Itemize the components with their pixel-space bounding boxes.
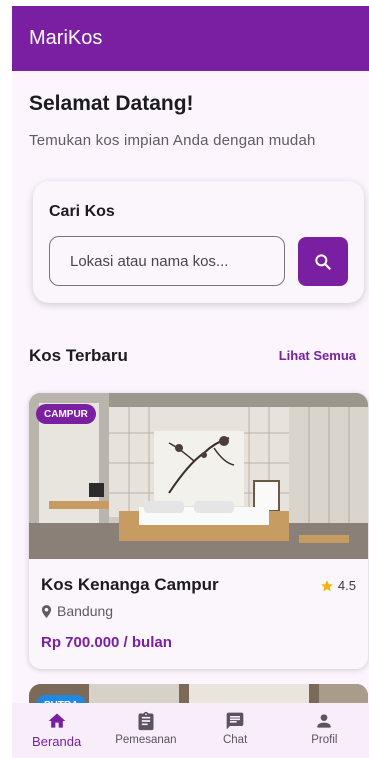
kos-rating: 4.5: [320, 578, 356, 593]
nav-item-chat[interactable]: Chat: [191, 703, 280, 758]
nav-label: Chat: [222, 734, 248, 746]
nav-item-pemesanan[interactable]: Pemesanan: [101, 703, 190, 758]
search-card: Cari Kos: [33, 181, 364, 303]
section-title-latest: Kos Terbaru: [29, 346, 128, 365]
kos-type-badge: CAMPUR: [36, 404, 96, 424]
nav-label: Pemesanan: [115, 734, 177, 746]
app-title: MariKos: [29, 27, 103, 49]
welcome-title: Selamat Datang!: [29, 92, 194, 115]
location-pin-icon: [41, 604, 52, 618]
search-card-title: Cari Kos: [49, 203, 115, 220]
kos-name: Kos Kenanga Campur: [41, 575, 219, 594]
rating-value: 4.5: [337, 578, 356, 593]
nav-label: Beranda: [32, 734, 82, 749]
clipboard-icon: [138, 711, 154, 731]
nav-label: Profil: [311, 734, 338, 746]
nav-item-profil[interactable]: Profil: [280, 703, 369, 758]
app-bar: MariKos: [12, 6, 369, 71]
star-icon: [321, 579, 333, 591]
bottom-navigation: Beranda Pemesanan Chat Profil: [12, 703, 369, 758]
search-input[interactable]: [49, 236, 285, 286]
nav-item-beranda[interactable]: Beranda: [12, 703, 101, 758]
kos-card[interactable]: CAMPUR Kos Kenanga Campur 4.5 Bandung Rp…: [29, 393, 368, 669]
search-icon: [315, 253, 331, 270]
app-screen: MariKos Selamat Datang! Temukan kos impi…: [12, 6, 369, 758]
search-button[interactable]: [298, 237, 348, 286]
kos-price: Rp 700.000 / bulan: [41, 634, 172, 651]
kos-location: Bandung: [41, 603, 113, 619]
welcome-subtitle: Temukan kos impian Anda dengan mudah: [29, 132, 316, 149]
location-text: Bandung: [57, 603, 114, 619]
chat-icon: [226, 712, 244, 730]
home-icon: [48, 713, 65, 728]
person-icon: [317, 714, 332, 728]
see-all-link[interactable]: Lihat Semua: [279, 348, 356, 363]
